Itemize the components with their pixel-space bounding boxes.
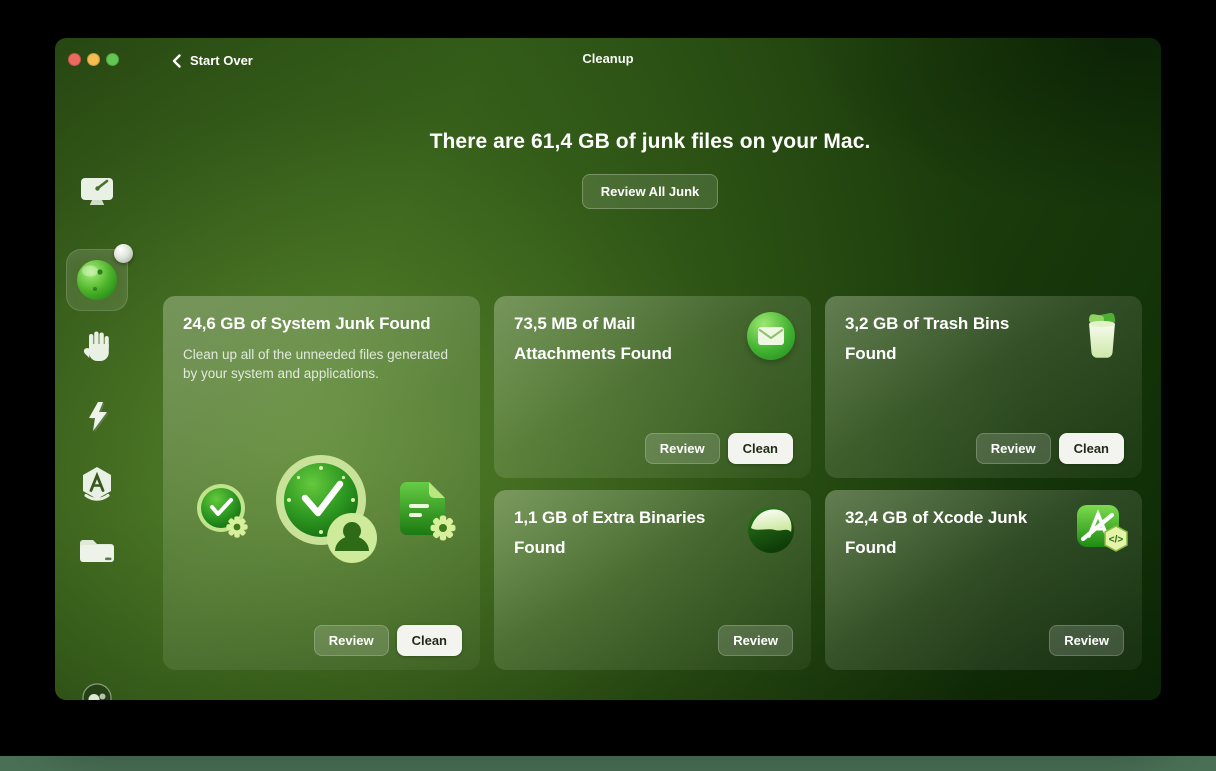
app-window: Start Over Cleanup There are 61,4 GB of … — [55, 38, 1161, 700]
clean-button[interactable]: Clean — [727, 433, 793, 464]
hero-section: There are 61,4 GB of junk files on your … — [139, 130, 1161, 209]
sidebar-footer-assistant[interactable] — [55, 682, 139, 700]
review-button[interactable]: Review — [644, 433, 720, 464]
desktop-background: Start Over Cleanup There are 61,4 GB of … — [0, 0, 1216, 771]
card-actions: Review Clean — [975, 433, 1124, 464]
review-button[interactable]: Review — [975, 433, 1051, 464]
folder-icon — [80, 540, 114, 562]
card-title: 3,2 GB of Trash Bins Found — [845, 314, 1010, 363]
card-mail-attachments[interactable]: 73,5 MB of Mail Attachments Found Review… — [494, 296, 811, 478]
binaries-orb-icon — [748, 507, 794, 553]
clean-button[interactable]: Clean — [1058, 433, 1124, 464]
xcode-icon: </> — [1077, 505, 1128, 552]
card-actions: Review Clean — [644, 433, 793, 464]
mail-icon — [747, 312, 795, 360]
clocks-and-documents-illustration — [163, 454, 480, 594]
sidebar-item-protection[interactable] — [55, 329, 139, 363]
small-clock-gear-icon — [197, 484, 248, 538]
cleanup-orb-icon — [77, 260, 117, 300]
hand-icon — [83, 331, 109, 361]
card-system-junk[interactable]: 24,6 GB of System Junk Found Clean up al… — [163, 296, 480, 670]
sidebar-item-my-clutter[interactable] — [55, 535, 139, 565]
card-title: 1,1 GB of Extra Binaries Found — [514, 508, 706, 557]
review-button[interactable]: Review — [313, 625, 389, 656]
card-extra-binaries[interactable]: 1,1 GB of Extra Binaries Found Review — [494, 490, 811, 670]
cleanup-status-badge — [114, 244, 133, 263]
titlebar: Start Over Cleanup — [55, 38, 1161, 82]
card-trash-bins[interactable]: 3,2 GB of Trash Bins Found Review Clean — [825, 296, 1142, 478]
sidebar-item-applications[interactable] — [55, 466, 139, 504]
card-xcode-junk[interactable]: 32,4 GB of Xcode Junk Found </> Review — [825, 490, 1142, 670]
review-all-junk-button[interactable]: Review All Junk — [581, 174, 719, 209]
review-button[interactable]: Review — [1049, 625, 1124, 656]
window-title: Cleanup — [582, 51, 634, 66]
sidebar-item-performance[interactable] — [55, 398, 139, 434]
big-clock-user-icon — [276, 455, 377, 563]
monitor-gauge-icon — [81, 178, 113, 205]
document-gear-icon — [400, 482, 456, 541]
svg-text:</>: </> — [1109, 535, 1124, 546]
assistant-orb-icon — [82, 683, 112, 700]
sidebar-item-smart-care[interactable] — [55, 176, 139, 208]
card-description: Clean up all of the unneeded files gener… — [183, 347, 448, 381]
review-button[interactable]: Review — [718, 625, 793, 656]
junk-cards-grid: 24,6 GB of System Junk Found Clean up al… — [163, 296, 1142, 670]
clean-button[interactable]: Clean — [396, 625, 462, 656]
sidebar-item-cleanup[interactable] — [55, 244, 139, 311]
card-title: 32,4 GB of Xcode Junk Found — [845, 508, 1028, 557]
card-title: 24,6 GB of System Junk Found — [183, 314, 431, 333]
card-actions: Review — [718, 625, 793, 656]
card-actions: Review Clean — [313, 625, 462, 656]
card-title: 73,5 MB of Mail Attachments Found — [514, 314, 672, 363]
desktop-edge-strip — [0, 756, 1216, 771]
trash-bin-icon — [1088, 312, 1116, 358]
card-actions: Review — [1049, 625, 1124, 656]
app-seal-icon — [83, 467, 111, 501]
sidebar — [55, 82, 139, 700]
cleanup-selected-tile — [66, 244, 133, 311]
junk-summary-heading: There are 61,4 GB of junk files on your … — [429, 130, 871, 153]
lightning-icon — [89, 402, 109, 433]
